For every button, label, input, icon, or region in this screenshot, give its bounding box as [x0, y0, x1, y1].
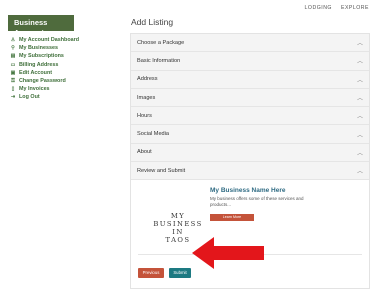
chevron-up-icon[interactable]: ︿ — [357, 111, 363, 120]
section-hours[interactable]: Hours ︿ — [131, 107, 369, 126]
section-images[interactable]: Images ︿ — [131, 88, 369, 108]
logo-line: MY BUSINESS — [153, 212, 203, 229]
sidebar-item-label: My Businesses — [19, 45, 58, 52]
top-navigation: LODGING EXPLORE — [305, 5, 369, 11]
nav-lodging[interactable]: LODGING — [305, 5, 332, 11]
chevron-up-icon[interactable]: ︿ — [357, 130, 363, 139]
section-about[interactable]: About ︿ — [131, 143, 369, 163]
chevron-up-icon[interactable]: ︿ — [357, 148, 363, 157]
section-basic-information[interactable]: Basic Information ︿ — [131, 52, 369, 71]
sidebar-item-logout[interactable]: ⇥ Log Out — [10, 93, 114, 101]
sidebar-item-label: Billing Address — [19, 61, 59, 68]
sidebar-item-label: Edit Account — [19, 69, 53, 76]
sidebar-item-label: My Invoices — [19, 86, 50, 93]
chevron-up-icon[interactable]: ︿ — [357, 166, 363, 175]
section-social-media[interactable]: Social Media ︿ — [131, 125, 369, 144]
list-icon: ▤ — [10, 53, 16, 60]
nav-explore[interactable]: EXPLORE — [341, 5, 369, 11]
sidebar-item-label: My Subscriptions — [19, 53, 64, 60]
chevron-up-icon[interactable]: ︿ — [357, 38, 363, 47]
section-label: Review and Submit — [137, 167, 186, 174]
learn-more-button[interactable]: Learn More — [210, 214, 254, 222]
sidebar-item-label: Log Out — [19, 94, 40, 101]
review-submit-body: MY BUSINESS IN TAOS My Business Name Her… — [131, 180, 369, 289]
key-icon: ⚿ — [11, 78, 15, 85]
sidebar-menu: ♙ My Account Dashboard ⚲ My Businesses ▤… — [8, 36, 114, 102]
sidebar-item-billing[interactable]: ▭ Billing Address — [10, 61, 114, 69]
section-label: Social Media — [137, 131, 170, 138]
sidebar-item-subscriptions[interactable]: ▤ My Subscriptions — [10, 52, 114, 60]
business-description: My business offers some of these service… — [210, 196, 304, 207]
sidebar-item-dashboard[interactable]: ♙ My Account Dashboard — [10, 36, 114, 44]
section-label: Address — [137, 76, 158, 83]
edit-icon: ▣ — [10, 69, 16, 76]
red-arrow-icon — [192, 237, 264, 269]
section-address[interactable]: Address ︿ — [131, 70, 369, 89]
sidebar-item-label: Change Password — [19, 78, 66, 85]
account-sidebar: Business Account ♙ My Account Dashboard … — [8, 15, 114, 102]
location-pin-icon: ⚲ — [11, 45, 15, 52]
page-title: Add Listing — [131, 17, 174, 27]
section-label: Basic Information — [137, 57, 181, 64]
chevron-up-icon[interactable]: ︿ — [357, 56, 363, 65]
sidebar-item-change-password[interactable]: ⚿ Change Password — [10, 77, 114, 85]
chevron-up-icon[interactable]: ︿ — [357, 75, 363, 84]
section-choose-package[interactable]: Choose a Package ︿ — [131, 34, 369, 53]
sidebar-title: Business Account — [8, 15, 74, 37]
sidebar-item-edit-account[interactable]: ▣ Edit Account — [10, 69, 114, 77]
chevron-up-icon[interactable]: ︿ — [357, 93, 363, 102]
section-label: Images — [137, 94, 156, 101]
sidebar-item-label: My Account Dashboard — [19, 37, 80, 44]
logout-icon: ⇥ — [10, 94, 16, 101]
document-icon: ▯ — [11, 86, 15, 93]
card-icon: ▭ — [10, 61, 16, 68]
business-name: My Business Name Here — [210, 187, 286, 195]
user-icon: ♙ — [10, 37, 16, 44]
section-label: Choose a Package — [137, 39, 185, 46]
section-label: Hours — [137, 112, 152, 119]
sidebar-item-businesses[interactable]: ⚲ My Businesses — [10, 44, 114, 52]
section-review-submit[interactable]: Review and Submit ︿ — [131, 162, 369, 181]
section-label: About — [137, 149, 152, 156]
sidebar-item-invoices[interactable]: ▯ My Invoices — [10, 85, 114, 93]
